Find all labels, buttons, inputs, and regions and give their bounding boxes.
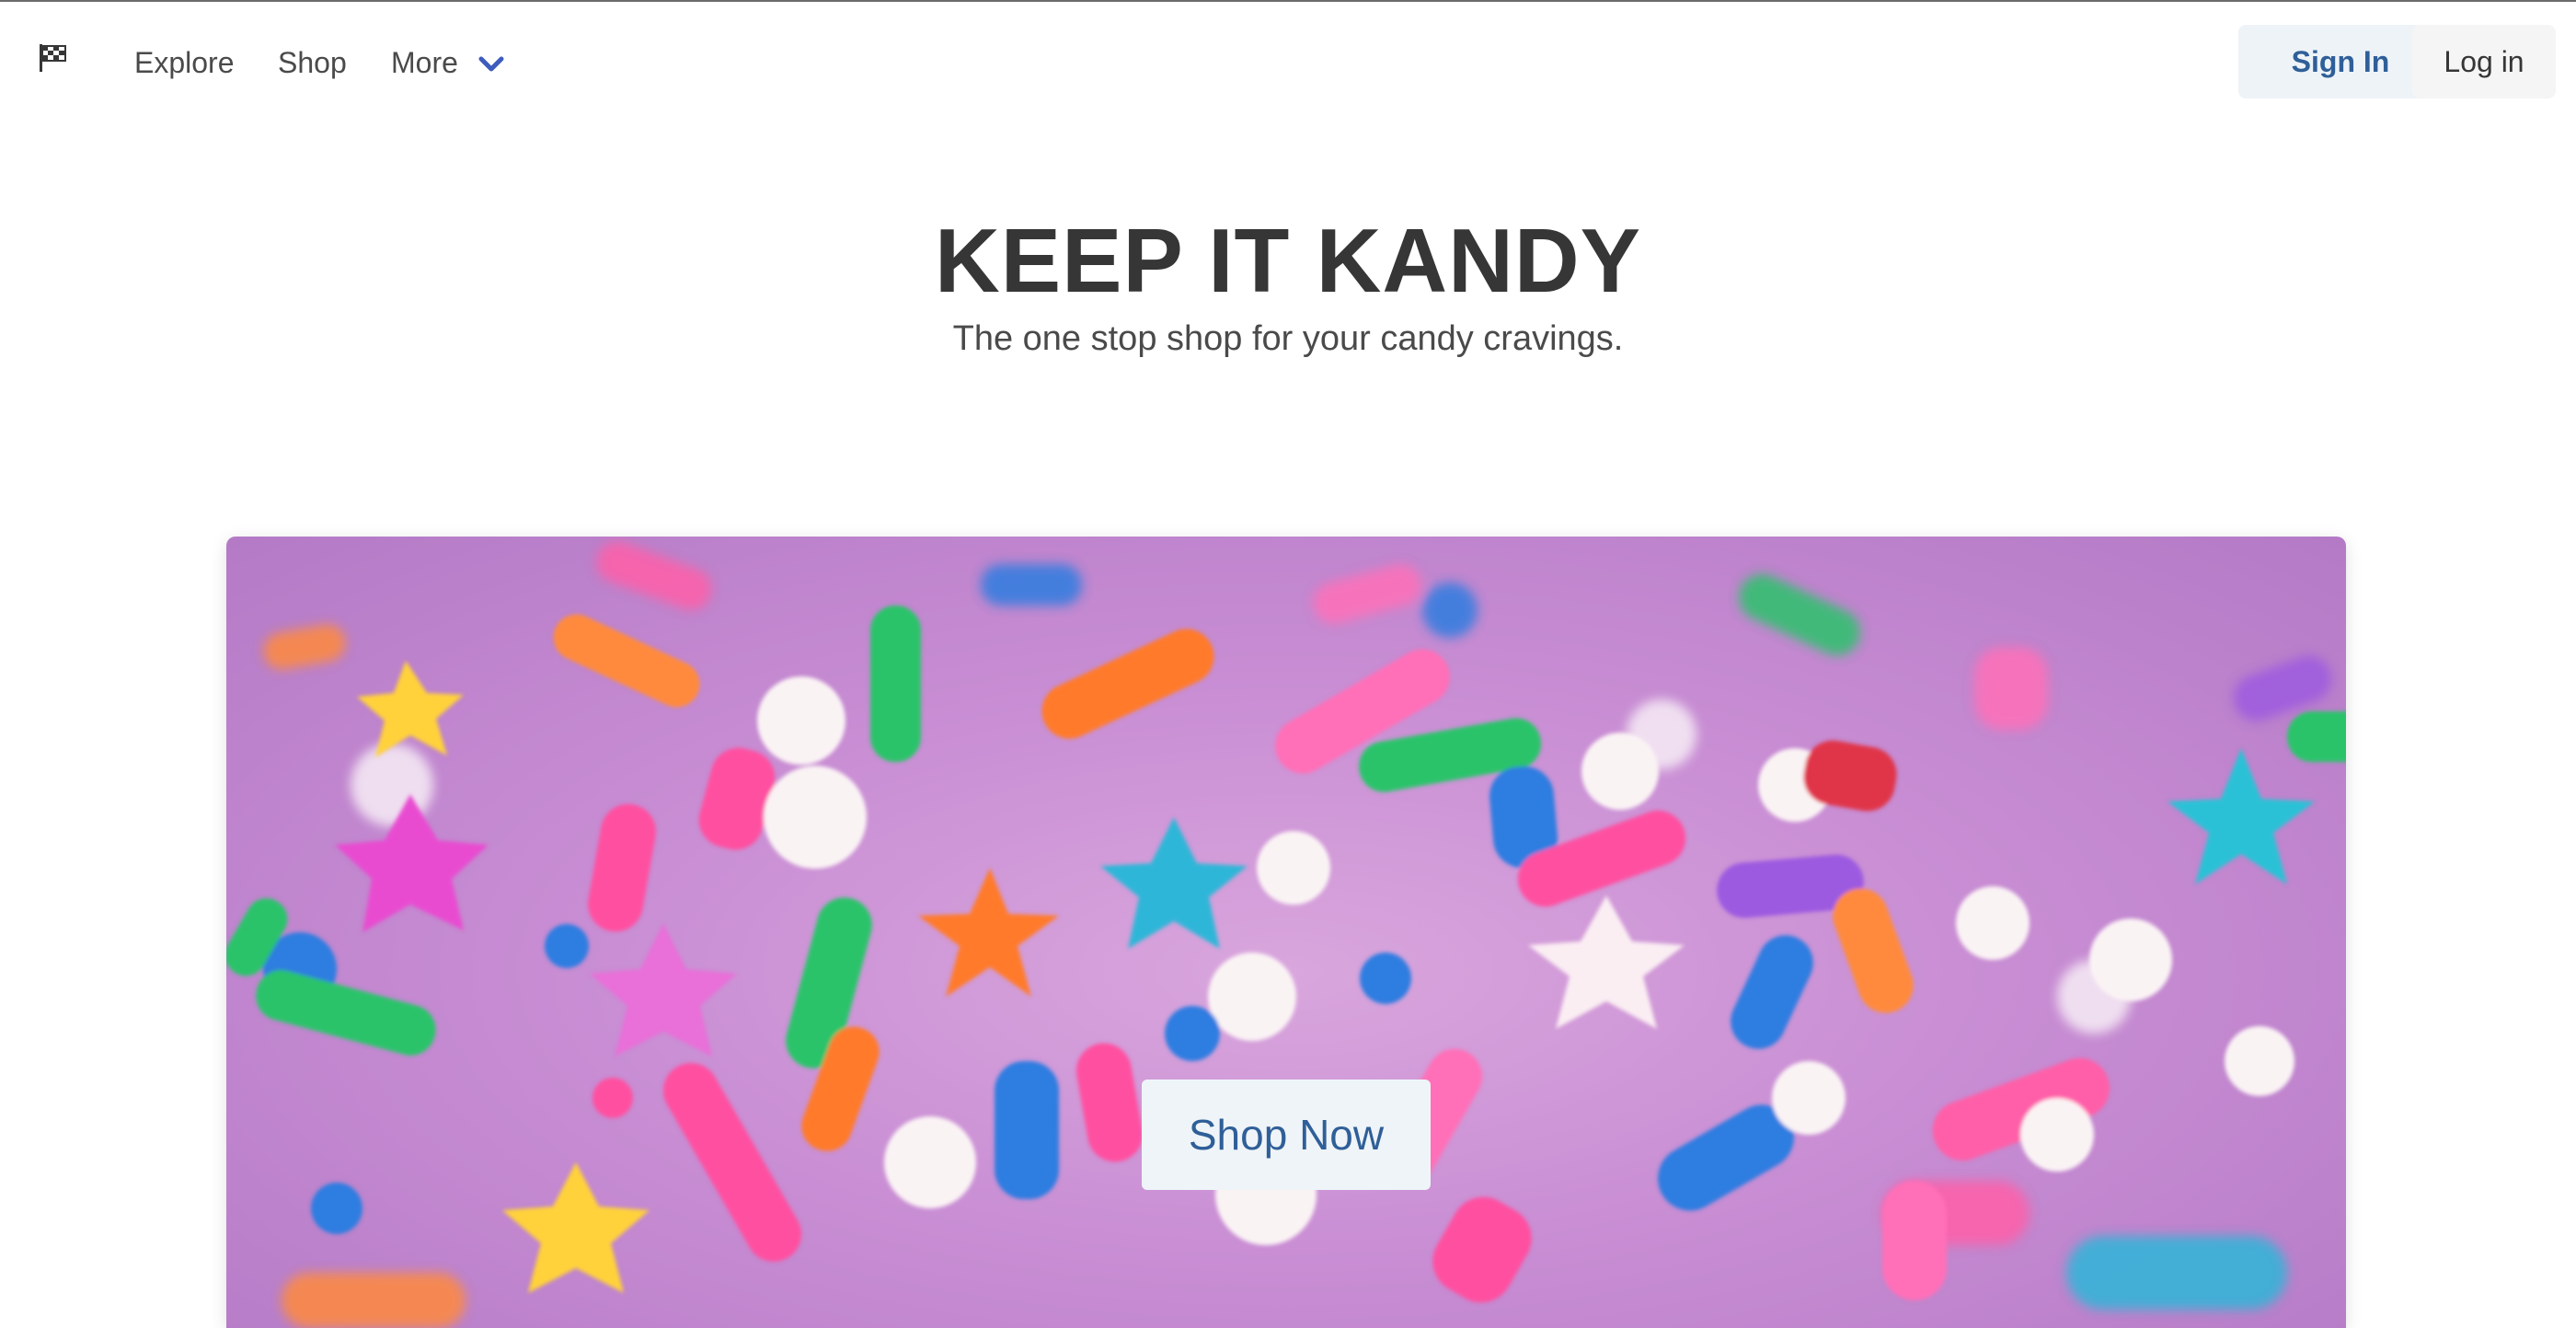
shop-now-button[interactable]: Shop Now	[1142, 1080, 1431, 1190]
checkered-flag-icon[interactable]	[37, 42, 68, 74]
page-title: KEEP IT KANDY	[934, 210, 1642, 311]
nav-link-explore[interactable]: Explore	[134, 44, 235, 81]
candy-banner-image	[226, 537, 2346, 1328]
nav-link-more[interactable]: More	[391, 44, 458, 81]
log-in-button[interactable]: Log in	[2412, 25, 2556, 98]
chevron-down-icon[interactable]	[476, 53, 507, 75]
page-subtitle: The one stop shop for your candy craving…	[952, 319, 1624, 358]
top-navbar: Explore Shop More Sign In Log in	[0, 2, 2576, 121]
nav-link-shop[interactable]: Shop	[278, 44, 347, 81]
